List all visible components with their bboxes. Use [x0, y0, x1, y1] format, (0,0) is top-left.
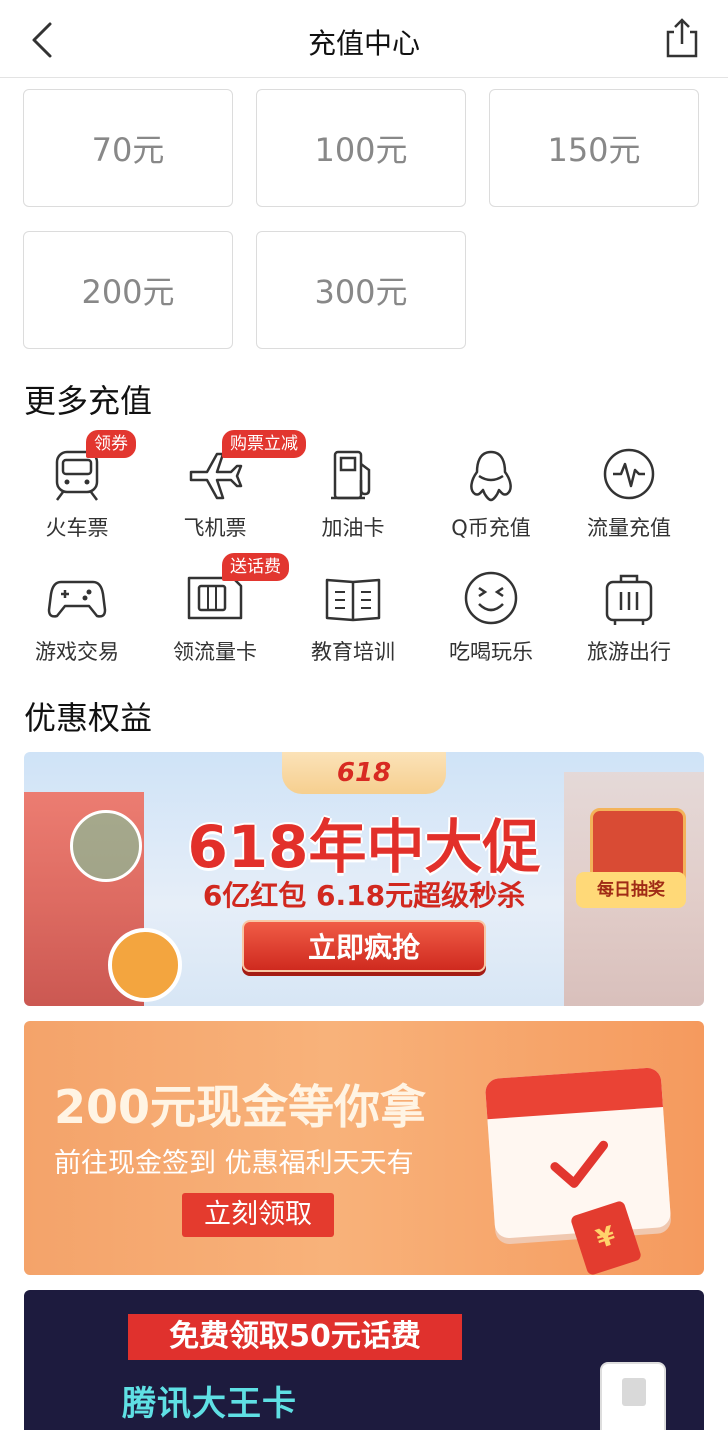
amount-option-300[interactable]: 300元 — [256, 231, 466, 349]
promo-banner-618[interactable]: 618 618年中大促 6亿红包 6.18元超级秒杀 立即疯抢 每日抽奖 — [24, 752, 704, 1006]
section-title-more-recharge: 更多充值 — [24, 382, 153, 420]
tv-app-bubble-icon — [108, 928, 182, 1002]
share-icon — [666, 18, 698, 58]
grid-item-train[interactable]: 火车票 — [8, 446, 146, 556]
smile-face-icon — [464, 571, 518, 625]
grid-item-travel[interactable]: 旅游出行 — [560, 570, 698, 680]
grid-item-qcoin[interactable]: Q币充值 — [422, 446, 560, 556]
claim-now-button[interactable]: 立刻领取 — [182, 1193, 334, 1237]
top-nav-bar: 充值中心 — [0, 0, 728, 78]
data-pulse-icon — [603, 448, 655, 500]
banner-headline: 200元现金等你拿 — [54, 1080, 427, 1134]
grid-item-education[interactable]: 教育培训 — [284, 570, 422, 680]
grid-item-data-card[interactable]: 领流量卡 — [146, 570, 284, 680]
fuel-pump-icon — [331, 450, 371, 500]
sim-card-image — [600, 1362, 666, 1430]
promo-banner-cash-checkin[interactable]: 200元现金等你拿 前往现金签到 优惠福利天天有 立刻领取 ¥ — [24, 1021, 704, 1275]
grid-item-label: 火车票 — [45, 516, 109, 540]
section-title-benefits: 优惠权益 — [24, 699, 153, 737]
banner-headline: 免费领取50元话费 — [128, 1314, 462, 1360]
calendar-header — [484, 1067, 663, 1120]
618-badge: 618 — [282, 752, 446, 794]
grab-now-button[interactable]: 立即疯抢 — [242, 920, 486, 972]
promo-tag-train: 领券 — [86, 430, 136, 458]
book-icon — [325, 578, 381, 622]
grid-item-label: 领流量卡 — [173, 640, 257, 664]
grid-item-food-fun[interactable]: 吃喝玩乐 — [422, 570, 560, 680]
grid-item-label: 教育培训 — [311, 640, 395, 664]
grid-item-data-recharge[interactable]: 流量充值 — [560, 446, 698, 556]
share-button[interactable] — [664, 16, 700, 60]
grid-item-game-trade[interactable]: 游戏交易 — [8, 570, 146, 680]
checkmark-icon — [550, 1140, 609, 1188]
page-title: 充值中心 — [307, 27, 420, 60]
grid-item-flight[interactable]: 飞机票 — [146, 446, 284, 556]
grid-item-label: 旅游出行 — [587, 640, 671, 664]
sim-chip — [622, 1378, 646, 1406]
grid-item-label: 吃喝玩乐 — [449, 640, 533, 664]
grid-item-label: Q币充值 — [451, 516, 531, 540]
calendar-icon — [484, 1067, 672, 1239]
amount-option-70[interactable]: 70元 — [23, 89, 233, 207]
promo-banner-dawang-card[interactable]: 免费领取50元话费 腾讯大王卡 — [24, 1290, 704, 1430]
daily-lottery-label[interactable]: 每日抽奖 — [576, 872, 686, 908]
gamepad-icon — [47, 580, 107, 618]
grid-item-label: 飞机票 — [183, 516, 247, 540]
penguin-icon — [470, 450, 512, 502]
suitcase-icon — [605, 574, 653, 625]
grid-item-label: 流量充值 — [587, 516, 671, 540]
grid-item-fuel-card[interactable]: 加油卡 — [284, 446, 422, 556]
banner-brand: 腾讯大王卡 — [122, 1384, 297, 1424]
promo-tag-data-card: 送话费 — [222, 553, 289, 581]
banner-subtitle: 前往现金签到 优惠福利天天有 — [54, 1148, 414, 1179]
amount-option-150[interactable]: 150元 — [489, 89, 699, 207]
grid-item-label: 游戏交易 — [35, 640, 119, 664]
amount-option-200[interactable]: 200元 — [23, 231, 233, 349]
amount-option-100[interactable]: 100元 — [256, 89, 466, 207]
grid-item-label: 加油卡 — [321, 516, 385, 540]
